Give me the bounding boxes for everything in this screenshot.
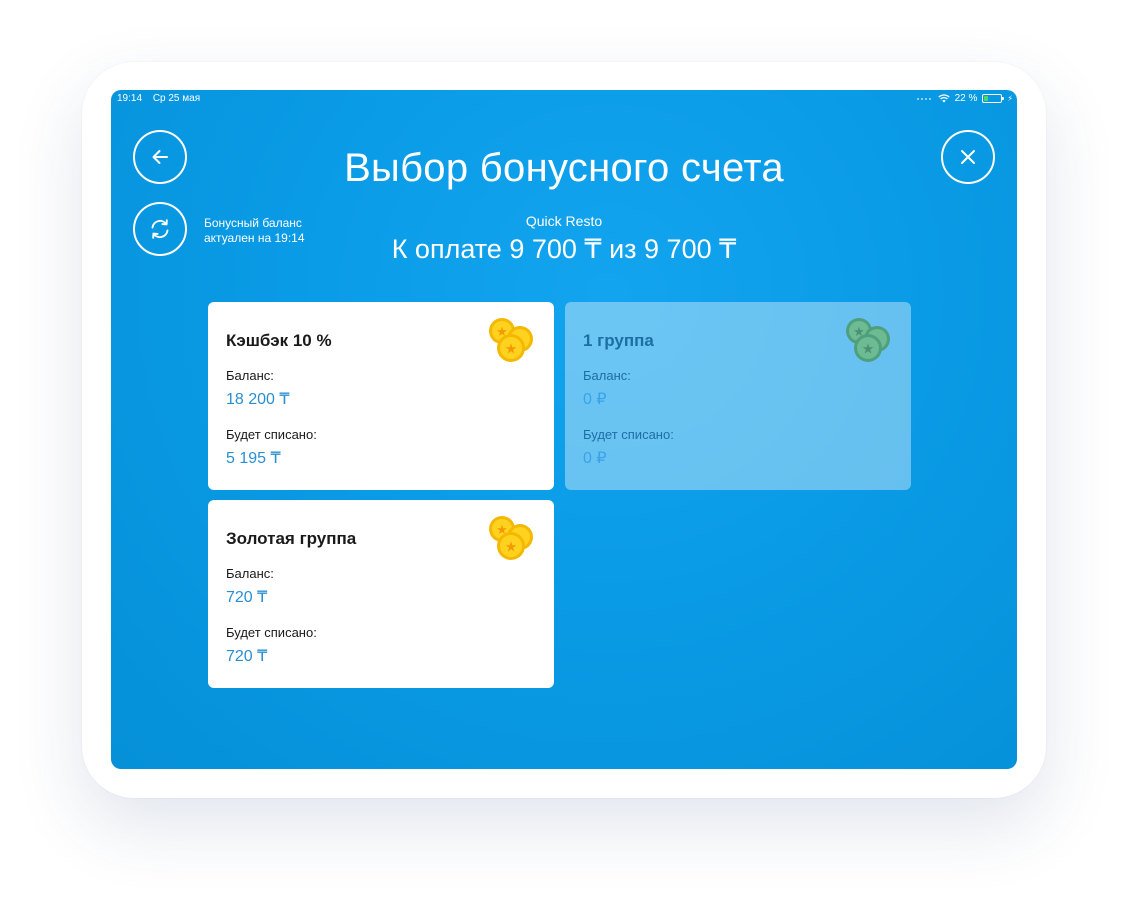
deduct-value: 0 ₽ <box>583 450 607 467</box>
charging-bolt-icon: ⚡ <box>1007 94 1013 103</box>
balance-label: Баланс: <box>226 368 274 383</box>
bonus-account-card-gold-group[interactable]: Золотая группа Баланс: 720 ₸ Будет списа… <box>208 500 554 688</box>
app-screen: 19:14 Ср 25 мая 22 % ⚡ Выбор бонусного с… <box>111 90 1017 769</box>
battery-percent: 22 % <box>954 93 978 104</box>
balance-label: Баланс: <box>583 368 631 383</box>
deduct-value: 720 ₸ <box>226 648 268 665</box>
bonus-account-card-group-1[interactable]: 1 группа Баланс: 0 ₽ Будет списано: 0 ₽ … <box>565 302 911 490</box>
status-bar: 19:14 Ср 25 мая 22 % ⚡ <box>111 90 1017 108</box>
status-time: 19:14 <box>117 93 143 104</box>
coins-icon: ★ ★ <box>489 318 533 362</box>
bonus-account-card-cashback[interactable]: Кэшбэк 10 % Баланс: 18 200 ₸ Будет списа… <box>208 302 554 490</box>
svg-text:★: ★ <box>862 341 875 357</box>
balance-label: Баланс: <box>226 566 274 581</box>
deduct-label: Будет списано: <box>226 427 317 442</box>
page-title: Выбор бонусного счета <box>344 146 784 190</box>
balance-value: 0 ₽ <box>583 391 607 408</box>
deduct-label: Будет списано: <box>583 427 674 442</box>
svg-text:★: ★ <box>505 341 518 357</box>
balance-value: 18 200 ₸ <box>226 391 290 408</box>
deduct-label: Будет списано: <box>226 625 317 640</box>
deduct-value: 5 195 ₸ <box>226 450 281 467</box>
status-left: 19:14 Ср 25 мая <box>117 93 208 104</box>
svg-text:★: ★ <box>505 539 518 555</box>
organization-name: Quick Resto <box>525 213 603 229</box>
status-right: 22 % ⚡ <box>916 93 1013 104</box>
close-button[interactable] <box>941 130 995 184</box>
amount-to-pay: К оплате 9 700 ₸ из 9 700 ₸ <box>391 234 737 264</box>
balance-value: 720 ₸ <box>226 589 268 606</box>
signal-icon <box>916 97 931 100</box>
coins-icon: ★ ★ <box>489 516 533 560</box>
status-date: Ср 25 мая <box>152 93 201 104</box>
close-icon <box>961 150 975 164</box>
wifi-icon <box>937 94 950 103</box>
coins-icon: ★ ★ <box>846 318 890 362</box>
battery-icon <box>982 94 1005 103</box>
